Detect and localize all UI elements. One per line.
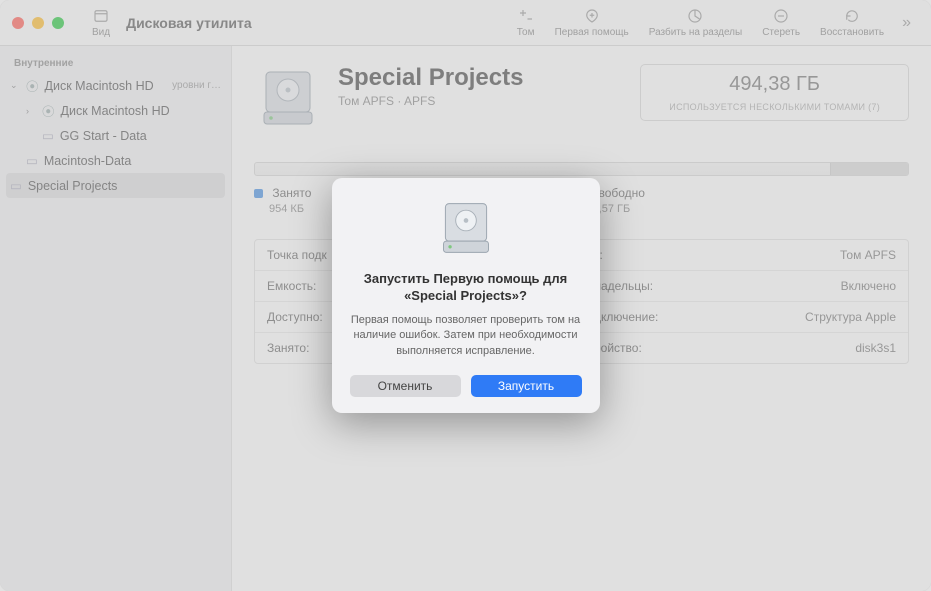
dialog-hdd-icon [436,198,496,258]
dialog-body: Первая помощь позволяет проверить том на… [350,313,582,359]
first-aid-dialog: Запустить Первую помощь для «Special Pro… [332,178,600,413]
cancel-button[interactable]: Отменить [350,375,461,397]
run-button[interactable]: Запустить [471,375,582,397]
dialog-title: Запустить Первую помощь для «Special Pro… [350,270,582,305]
modal-overlay: Запустить Первую помощь для «Special Pro… [0,0,931,591]
